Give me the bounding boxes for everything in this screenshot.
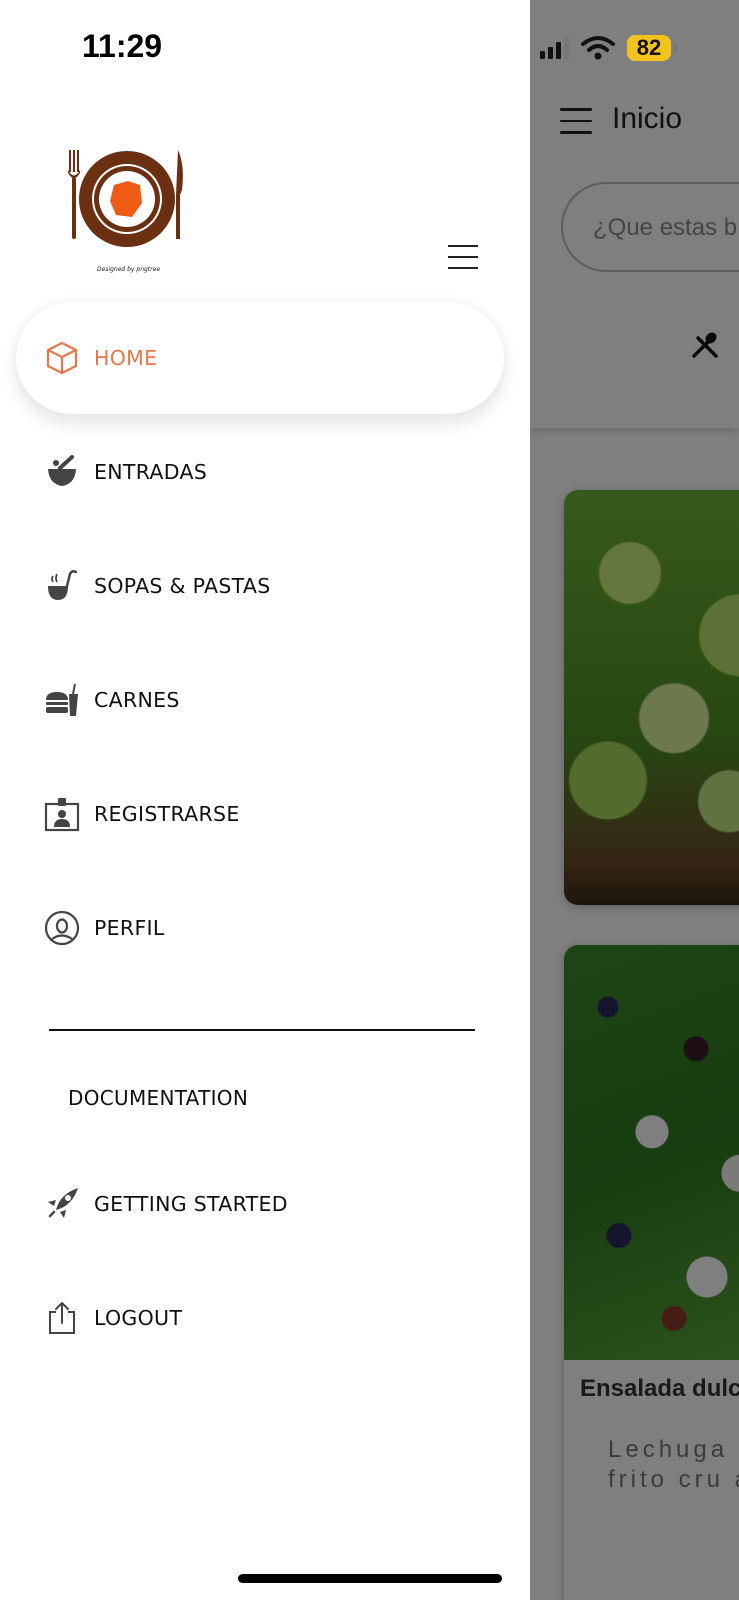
background-screen: Inicio ¿Que estas b Ensalada dulc Lechug… [530, 0, 739, 1600]
battery-level: 82 [627, 35, 671, 61]
nav-label-sopas-pastas: SOPAS & PASTAS [94, 574, 271, 598]
battery-icon: 82 [627, 35, 677, 61]
nav-label-getting-started: GETTING STARTED [94, 1192, 288, 1216]
soup-ladle-icon [48, 570, 78, 600]
rocket-icon [48, 1188, 78, 1218]
status-time: 11:29 [82, 28, 163, 64]
user-circle-icon [44, 910, 80, 946]
wifi-icon [581, 36, 615, 60]
nav-label-home: HOME [94, 346, 158, 370]
nav-item-perfil[interactable]: PERFIL [16, 872, 504, 984]
status-bar-indicators: 82 [540, 30, 677, 66]
cellular-signal-icon [540, 37, 569, 59]
logo-caption: Designed by pngtree [97, 266, 161, 273]
nav-label-carnes: CARNES [94, 688, 180, 712]
nav-label-perfil: PERFIL [94, 916, 165, 940]
documentation-heading: DOCUMENTATION [68, 1086, 249, 1110]
nav-item-logout[interactable]: LOGOUT [16, 1262, 504, 1374]
nav-item-home[interactable]: HOME [16, 302, 504, 414]
share-upload-icon [49, 1302, 75, 1334]
home-indicator[interactable] [238, 1574, 502, 1583]
dim-overlay[interactable] [530, 0, 739, 1600]
nav-item-entradas[interactable]: ENTRADAS [16, 416, 504, 528]
restaurant-logo [68, 150, 183, 247]
nav-item-carnes[interactable]: CARNES [16, 644, 504, 756]
nav-label-logout: LOGOUT [94, 1306, 183, 1330]
menu-close-icon[interactable] [448, 245, 478, 271]
nav-label-entradas: ENTRADAS [94, 460, 208, 484]
mortar-pestle-icon [48, 455, 76, 486]
id-badge-icon [44, 798, 80, 832]
nav-label-registrarse: REGISTRARSE [94, 802, 240, 826]
nav-item-registrarse[interactable]: REGISTRARSE [16, 758, 504, 870]
navigation-drawer: 11:29 Designed by pngtree HOME ENTRADAS … [0, 0, 530, 1600]
drawer-divider [49, 1029, 475, 1031]
fast-food-icon [46, 683, 78, 716]
cube-icon [46, 341, 78, 375]
nav-item-getting-started[interactable]: GETTING STARTED [16, 1148, 504, 1260]
nav-item-sopas-pastas[interactable]: SOPAS & PASTAS [16, 530, 504, 642]
